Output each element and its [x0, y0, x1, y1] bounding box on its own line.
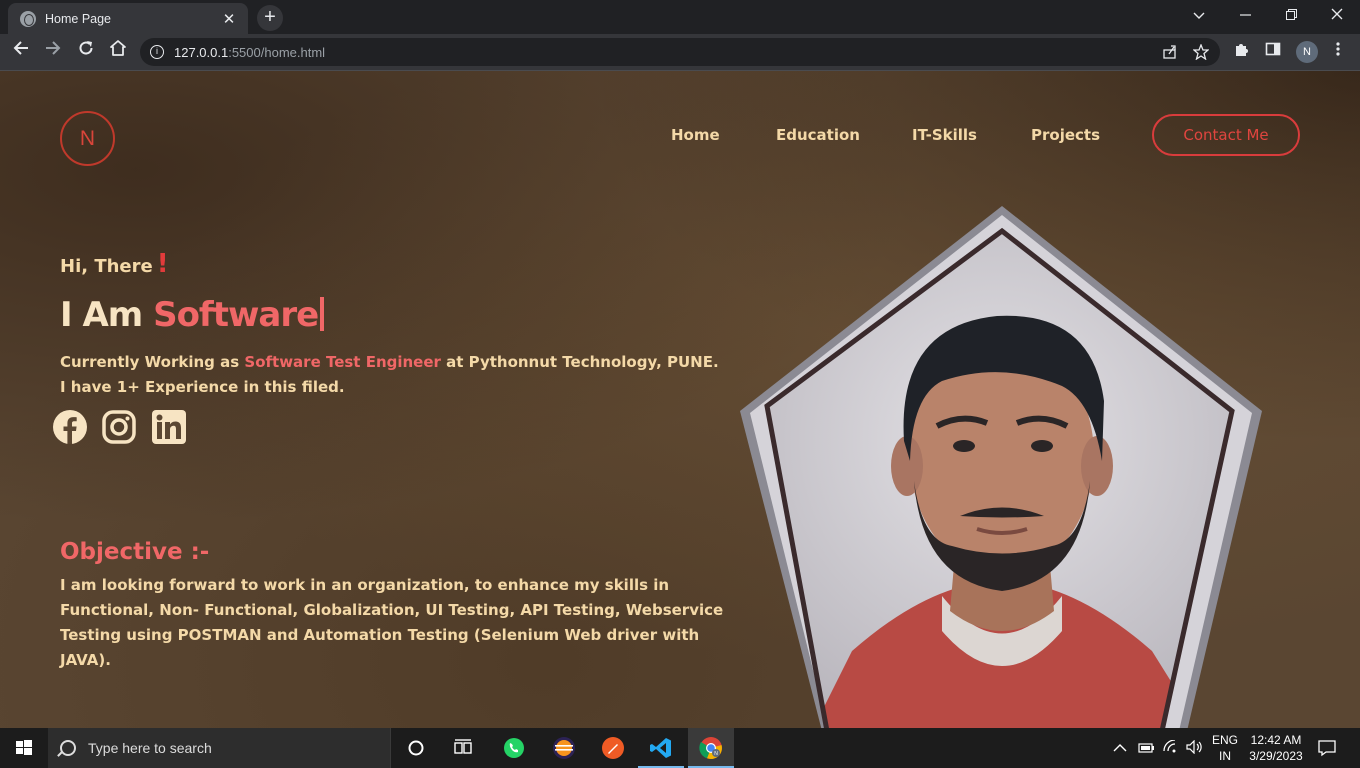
- system-clock[interactable]: 12:42 AM 3/29/2023: [1246, 732, 1306, 768]
- notifications-icon[interactable]: [1318, 739, 1338, 768]
- headline-typed-word: Software: [153, 295, 319, 335]
- profile-avatar[interactable]: N: [1296, 41, 1318, 63]
- search-icon: [60, 740, 76, 756]
- url-host: 127.0.0.1: [174, 44, 229, 60]
- browser-toolbar: i 127.0.0.1:5500/home.html N: [0, 34, 1360, 71]
- minimize-button[interactable]: [1222, 0, 1268, 30]
- bio-job-title: Software Test Engineer: [244, 353, 441, 371]
- bio-text: Currently Working as: [60, 353, 245, 371]
- linkedin-icon[interactable]: [151, 409, 187, 445]
- contact-me-button[interactable]: Contact Me: [1152, 114, 1300, 156]
- svg-text:N: N: [714, 751, 718, 757]
- back-arrow-icon[interactable]: [8, 39, 34, 65]
- battery-icon[interactable]: [1138, 741, 1158, 768]
- clock-time: 12:42 AM: [1250, 733, 1302, 747]
- nav-it-skills[interactable]: IT-Skills: [912, 126, 977, 144]
- close-window-button[interactable]: [1314, 0, 1360, 30]
- chrome-icon[interactable]: N: [688, 728, 734, 768]
- greeting-text: Hi, There: [60, 256, 153, 277]
- nav-projects[interactable]: Projects: [1031, 126, 1100, 144]
- whatsapp-icon[interactable]: [491, 728, 537, 768]
- side-panel-icon[interactable]: [1262, 41, 1284, 61]
- language-code: ENG: [1211, 733, 1238, 747]
- eclipse-ide-icon[interactable]: [541, 728, 587, 768]
- cortana-icon[interactable]: [393, 728, 439, 768]
- instagram-icon[interactable]: [101, 409, 137, 445]
- portfolio-page: N Home Education IT-Skills Projects Cont…: [0, 71, 1360, 728]
- greeting: Hi, There!: [60, 249, 169, 279]
- tab-close-icon[interactable]: ✕: [220, 10, 238, 28]
- reload-icon[interactable]: [73, 39, 99, 65]
- tab-title: Home Page: [45, 11, 112, 26]
- vscode-icon[interactable]: [638, 728, 684, 768]
- url-path: :5500/home.html: [228, 44, 326, 60]
- objective-title: Objective :-: [60, 539, 210, 565]
- show-hidden-icons-chevron-icon[interactable]: [1113, 740, 1131, 768]
- bio-line-2: I have 1+ Experience in this filed.: [60, 378, 345, 396]
- home-icon[interactable]: [105, 39, 131, 65]
- browser-tabstrip: Home Page ✕ +: [0, 0, 1360, 34]
- headline: I Am Software: [60, 295, 325, 335]
- profile-photo: [740, 206, 1262, 728]
- globe-icon: [20, 10, 36, 27]
- new-tab-button[interactable]: +: [257, 5, 283, 31]
- windows-start-icon[interactable]: [0, 728, 48, 768]
- nav-education[interactable]: Education: [776, 126, 860, 144]
- wifi-icon[interactable]: [1163, 739, 1183, 768]
- address-bar[interactable]: i 127.0.0.1:5500/home.html: [140, 38, 1220, 66]
- forward-arrow-icon[interactable]: [40, 39, 66, 65]
- bio-text: at Pythonnut Technology, PUNE.: [440, 353, 719, 371]
- facebook-icon[interactable]: [52, 409, 88, 445]
- bio: Currently Working as Software Test Engin…: [60, 350, 719, 400]
- tab-search-chevron-icon[interactable]: [1176, 0, 1222, 30]
- region-code: IN: [1219, 749, 1231, 763]
- bio-line-1: Currently Working as Software Test Engin…: [60, 350, 719, 375]
- task-view-icon[interactable]: [440, 728, 486, 768]
- search-placeholder: Type here to search: [88, 740, 212, 756]
- extensions-puzzle-icon[interactable]: [1231, 41, 1253, 61]
- windows-taskbar: Type here to search N ENG IN 12:42 AM 3/…: [0, 728, 1360, 768]
- share-icon[interactable]: [1162, 44, 1178, 64]
- objective-text: I am looking forward to work in an organ…: [60, 576, 724, 669]
- restore-button[interactable]: [1268, 0, 1314, 30]
- postman-icon[interactable]: [590, 728, 636, 768]
- greeting-mark: !: [156, 249, 169, 279]
- browser-tab[interactable]: Home Page ✕: [8, 3, 248, 34]
- nav-home[interactable]: Home: [671, 126, 720, 144]
- typing-caret: [320, 297, 325, 331]
- site-logo[interactable]: N: [60, 111, 115, 166]
- site-info-icon[interactable]: i: [150, 45, 164, 59]
- volume-icon[interactable]: [1186, 739, 1206, 768]
- language-indicator[interactable]: ENG IN: [1210, 732, 1240, 768]
- bookmark-star-icon[interactable]: [1192, 43, 1210, 64]
- clock-date: 3/29/2023: [1249, 749, 1303, 763]
- taskbar-search-box[interactable]: Type here to search: [48, 728, 391, 768]
- headline-prefix: I Am: [60, 295, 143, 335]
- kebab-menu-icon[interactable]: [1327, 41, 1349, 61]
